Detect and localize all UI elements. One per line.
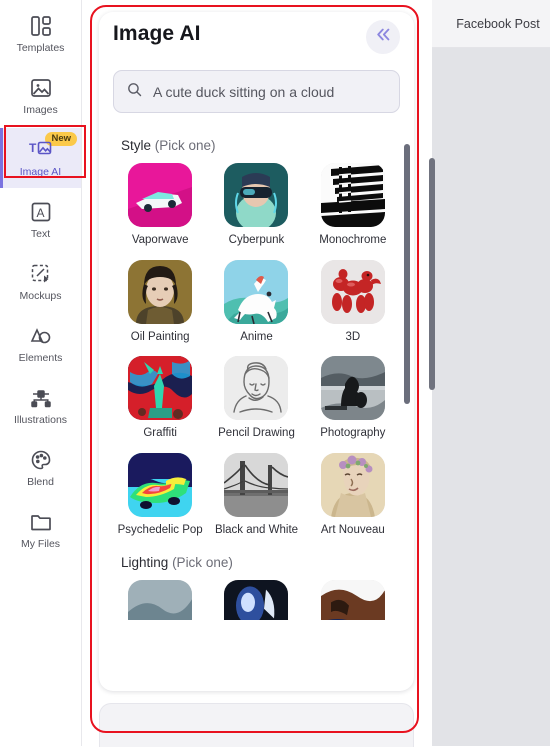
image-ai-panel: Image AI A cute duck sitting on a cloud [99,12,414,691]
style-option[interactable]: Black and White [209,447,303,542]
sidebar: Templates Images New T Image AI A Text M… [0,0,82,746]
style-option-label: Art Nouveau [320,523,385,536]
style-option[interactable]: Art Nouveau [306,447,400,542]
pencil-drawing-thumb [224,356,289,421]
style-option[interactable]: 3D [306,254,400,349]
sidebar-item-label: Image AI [19,165,62,178]
sidebar-item-label: Text [30,227,51,240]
style-option[interactable]: Cyberpunk [209,157,303,252]
sidebar-item-label: My Files [20,537,61,550]
vaporwave-thumb [128,163,193,227]
sidebar-item-mockups[interactable]: Mockups [0,252,81,312]
lighting-option[interactable] [306,574,400,631]
double-chevron-left-icon [375,26,392,48]
style-option-label: Pencil Drawing [218,427,295,440]
oil-painting-thumb [128,259,193,324]
mockups-icon [29,262,53,286]
style-option-label: Graffiti [143,427,177,440]
blend-icon [29,448,53,472]
section-hint: (Pick one) [154,138,216,153]
black-and-white-thumb [224,452,289,517]
top-toolbar: Facebook Post [432,0,550,48]
psychedelic-pop-thumb [128,452,193,517]
style-option-label: Psychedelic Pop [117,523,203,536]
style-option[interactable]: Anime [209,254,303,349]
svg-text:T: T [29,141,37,155]
sidebar-item-image-ai[interactable]: New T Image AI [0,128,81,188]
collapse-panel-button[interactable] [366,20,400,54]
search-input[interactable]: A cute duck sitting on a cloud [113,70,400,113]
style-option[interactable]: Photography [306,350,400,445]
templates-icon [29,14,53,38]
cyberpunk-thumb [224,163,289,227]
section-title: Lighting [121,555,169,571]
document-title: Facebook Post [456,16,540,31]
style-option[interactable]: Oil Painting [113,254,207,349]
sidebar-item-label: Illustrations [13,413,68,426]
image-ai-icon: T [29,138,53,162]
panel-scroll-region[interactable]: Style (Pick one) Vaporwave Cyberpunk Mon… [99,124,414,691]
lighting-thumb-2 [224,580,289,621]
sidebar-item-label: Templates [16,41,65,54]
svg-text:A: A [36,206,44,220]
sidebar-item-templates[interactable]: Templates [0,4,81,64]
style-option-label: 3D [345,330,361,343]
style-option[interactable]: Pencil Drawing [209,350,303,445]
canvas-area [432,0,550,746]
search-placeholder: A cute duck sitting on a cloud [153,83,335,100]
sidebar-item-images[interactable]: Images [0,66,81,126]
sidebar-item-label: Images [23,103,58,116]
lighting-thumb-1 [128,580,193,621]
secondary-panel-peek [99,703,414,747]
search-icon [126,81,143,103]
workspace-scrollbar[interactable] [429,158,435,390]
sidebar-item-blend[interactable]: Blend [0,438,81,498]
section-title: Style [121,138,152,153]
style-option-label: Black and White [214,523,299,536]
section-hint: (Pick one) [172,555,233,571]
style-option-label: Anime [240,330,273,343]
text-icon: A [29,200,53,224]
sidebar-item-my-files[interactable]: My Files [0,500,81,560]
illustrations-icon [29,386,53,410]
style-option-label: Photography [320,427,386,440]
lighting-option[interactable] [113,574,207,631]
panel-header: Image AI [99,12,414,70]
art-nouveau-thumb [320,452,385,517]
search-wrap: A cute duck sitting on a cloud [99,70,414,123]
elements-icon [29,324,53,348]
style-option-label: Monochrome [319,234,387,246]
3d-thumb [320,259,385,324]
monochrome-thumb [320,163,385,227]
anime-thumb [224,259,289,324]
style-option[interactable]: Monochrome [306,157,400,252]
sidebar-item-elements[interactable]: Elements [0,314,81,374]
style-option[interactable]: Psychedelic Pop [113,447,207,542]
sidebar-item-label: Mockups [19,289,62,302]
lighting-grid [113,574,400,631]
lighting-thumb-3 [320,580,385,621]
style-option-label: Vaporwave [131,234,189,246]
graffiti-thumb [128,356,193,421]
sidebar-item-text[interactable]: A Text [0,190,81,250]
style-grid: Vaporwave Cyberpunk Monochrome Oil Paint… [113,157,400,541]
sidebar-item-label: Elements [18,351,63,364]
panel-scrollbar[interactable] [404,144,410,404]
style-option[interactable]: Vaporwave [113,157,207,252]
section-header-lighting: Lighting (Pick one) [113,541,400,574]
sidebar-item-label: Blend [27,475,54,488]
section-header-style: Style (Pick one) [113,124,400,157]
sidebar-item-illustrations[interactable]: Illustrations [0,376,81,436]
photography-thumb [320,356,385,421]
style-option-label: Oil Painting [130,330,190,343]
page-title: Image AI [113,22,201,45]
style-option[interactable]: Graffiti [113,350,207,445]
images-icon [29,76,53,100]
my-files-icon [29,510,53,534]
style-option-label: Cyberpunk [228,234,285,246]
lighting-option[interactable] [209,574,303,631]
